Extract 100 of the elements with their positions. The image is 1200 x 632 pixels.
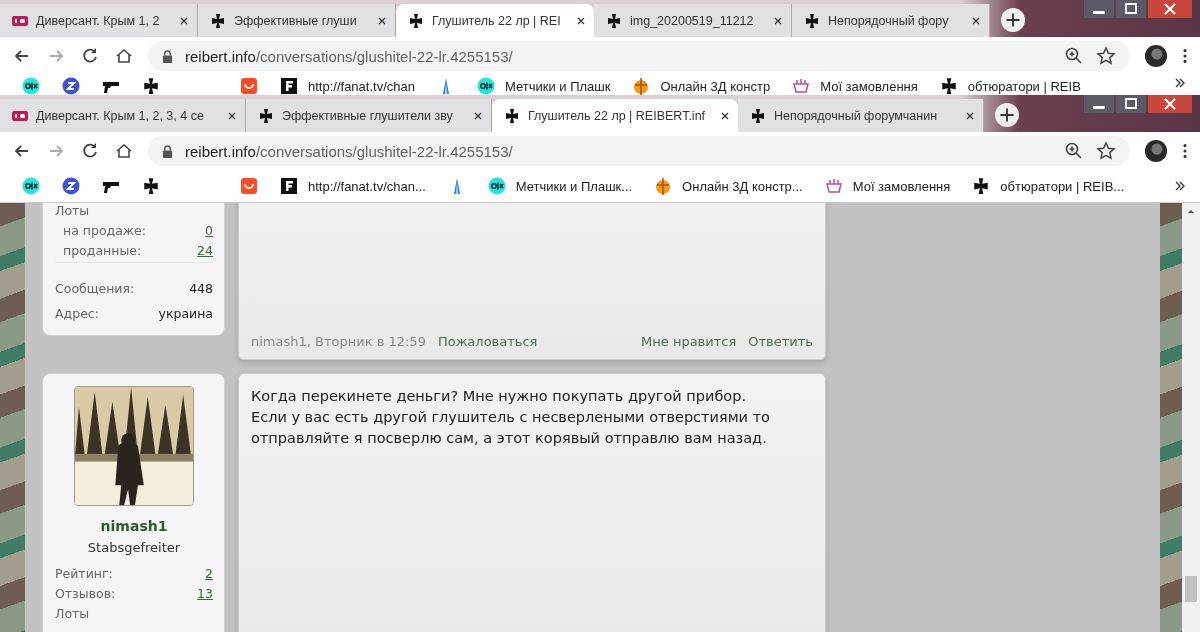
zigzag-logo-icon[interactable] (62, 77, 80, 95)
close-icon[interactable] (971, 15, 981, 26)
minimize-icon[interactable] (1084, 95, 1114, 113)
browser-tab[interactable]: Глушитель 22 лр | REIBERT.inf (492, 99, 738, 132)
close-icon[interactable] (227, 110, 237, 121)
username-link[interactable]: nimash1 (100, 518, 168, 534)
close-window-icon[interactable] (1148, 0, 1192, 18)
tab-title: Эффективные глуши (234, 13, 358, 28)
home-icon[interactable] (114, 141, 134, 161)
browser-tab[interactable]: Непорядочный форумчанин (738, 99, 984, 132)
stat-link[interactable]: 2 (205, 565, 213, 581)
bookmark[interactable]: http://fanat.tv/chan (274, 77, 421, 95)
cross-icon (804, 12, 820, 29)
lock-icon (162, 49, 173, 63)
message-text: Когда перекинете деньги? Мне нужно покупать другой прибор. Если у вас есть другой глушитель с несверлеными отверстиями то отправляйте я посверлю сам, а этот корявый отправлю вам назад. (251, 387, 771, 449)
cross-icon (972, 177, 991, 195)
new-tab-icon[interactable] (994, 102, 1020, 128)
tab-title: Непорядочный форумчанин (774, 108, 939, 123)
browser-tab[interactable]: Диверсант. Крым 1, 2 (0, 4, 198, 37)
olx-logo-icon[interactable] (22, 177, 40, 195)
browser-tab[interactable]: Диверсант. Крым 1, 2, 3, 4 се (0, 99, 246, 132)
scroll-up-icon[interactable] (1187, 209, 1195, 214)
lock-icon (162, 144, 173, 158)
tab-title: Глушитель 22 лр | REIBERT.inf (528, 108, 707, 123)
olx-logo-icon[interactable] (22, 77, 40, 95)
shopping-bag-icon[interactable] (240, 77, 258, 95)
browser-tab[interactable]: Непорядочный фору (792, 4, 990, 37)
cross-icon[interactable] (142, 177, 160, 195)
bookmark[interactable]: http://fanat.tv/chan... (274, 177, 432, 195)
square-logo-icon (280, 177, 298, 195)
scroll-thumb[interactable] (1185, 576, 1197, 602)
zigzag-logo-icon[interactable] (62, 177, 80, 195)
cross-icon (606, 12, 622, 29)
tab-title: Глушитель 22 лр | REI (432, 13, 562, 28)
close-window-icon[interactable] (1148, 95, 1192, 113)
browser-tab[interactable]: Эффективные глуши (198, 4, 396, 37)
restore-icon[interactable] (1116, 0, 1146, 18)
ball-icon (654, 177, 673, 195)
bookmark[interactable]: Мої замовлення (818, 177, 957, 195)
stat-link[interactable]: 13 (197, 585, 213, 601)
close-icon[interactable] (377, 15, 387, 26)
bookmark[interactable]: Мої замовлення (786, 77, 924, 95)
olx-logo-icon (476, 77, 495, 95)
minimize-icon[interactable] (1084, 0, 1114, 18)
zoom-icon[interactable] (1064, 46, 1084, 66)
restore-icon[interactable] (1116, 95, 1146, 113)
post-meta: nimash1, Вторник в 12:59 (251, 334, 426, 349)
cross-icon (258, 107, 274, 124)
bookmark[interactable]: обтюратори | REIB (933, 77, 1087, 95)
address-field[interactable]: reibert.info/conversations/glushitel-22-lr.4255153/ (148, 41, 1130, 71)
shopping-bag-icon[interactable] (240, 177, 258, 195)
reply-link[interactable]: Ответить (748, 334, 813, 349)
stat-label: проданные: (62, 242, 142, 258)
scrollbar[interactable] (1182, 203, 1200, 632)
tab-title: Эффективные глушители зву (282, 108, 454, 123)
stat-link[interactable]: 24 (197, 242, 213, 258)
bookmark[interactable]: Онлайн 3Д констр... (648, 177, 809, 195)
cross-icon (504, 107, 520, 124)
address-field[interactable]: reibert.info/conversations/glushitel-22-lr.4255153/ (148, 136, 1130, 166)
menu-icon[interactable] (1182, 47, 1188, 65)
close-icon[interactable] (576, 15, 586, 26)
home-icon[interactable] (114, 46, 134, 66)
stat-label: Адрес: (55, 305, 99, 321)
url-text: reibert.info/conversations/glushitel-22-lr.4255153/ (185, 142, 513, 160)
profile-avatar[interactable] (1144, 139, 1168, 163)
star-icon[interactable] (1096, 46, 1116, 66)
profile-avatar[interactable] (1144, 44, 1168, 68)
close-icon[interactable] (179, 15, 189, 26)
stat-label: Отзывов: (55, 585, 116, 601)
browser-tab[interactable]: Эффективные глушители зву (246, 99, 492, 132)
tab-title: Непорядочный фору (828, 13, 950, 28)
browser-tab[interactable]: Глушитель 22 лр | REI (396, 4, 594, 37)
cross-icon[interactable] (142, 77, 160, 95)
menu-icon[interactable] (1182, 142, 1188, 160)
user-rank: Stabsgefreiter (87, 540, 181, 555)
bookmark[interactable]: Метчики и Плашк (470, 77, 617, 95)
more-bookmarks-icon[interactable] (1174, 180, 1186, 192)
stat-heading: Лоты (55, 604, 91, 623)
bookmark[interactable]: обтюратори | REIB... (966, 177, 1131, 195)
stat-heading: Лоты (55, 203, 91, 220)
more-bookmarks-icon[interactable] (1174, 77, 1186, 89)
stat-label: Рейтинг: (55, 565, 113, 581)
close-icon[interactable] (965, 110, 975, 121)
stat-label: Сообщения: (55, 280, 135, 296)
bookmark[interactable]: Метчики и Плашк... (481, 177, 639, 195)
stat-link[interactable]: 0 (205, 222, 213, 238)
browser-tab[interactable]: img_20200519_11212 (594, 4, 792, 37)
close-icon[interactable] (773, 15, 783, 26)
close-icon[interactable] (720, 110, 730, 121)
close-icon[interactable] (473, 110, 483, 121)
star-icon[interactable] (1096, 141, 1116, 161)
like-link[interactable]: Мне нравится (641, 334, 737, 349)
cross-icon (750, 107, 766, 124)
tab-title: img_20200519_11212 (630, 13, 755, 28)
zoom-icon[interactable] (1064, 141, 1084, 161)
olx-logo-icon (487, 177, 506, 195)
cross-icon (408, 12, 424, 29)
report-link[interactable]: Пожаловаться (437, 334, 538, 349)
new-tab-icon[interactable] (1000, 7, 1026, 33)
stat-value: украина (158, 305, 213, 321)
